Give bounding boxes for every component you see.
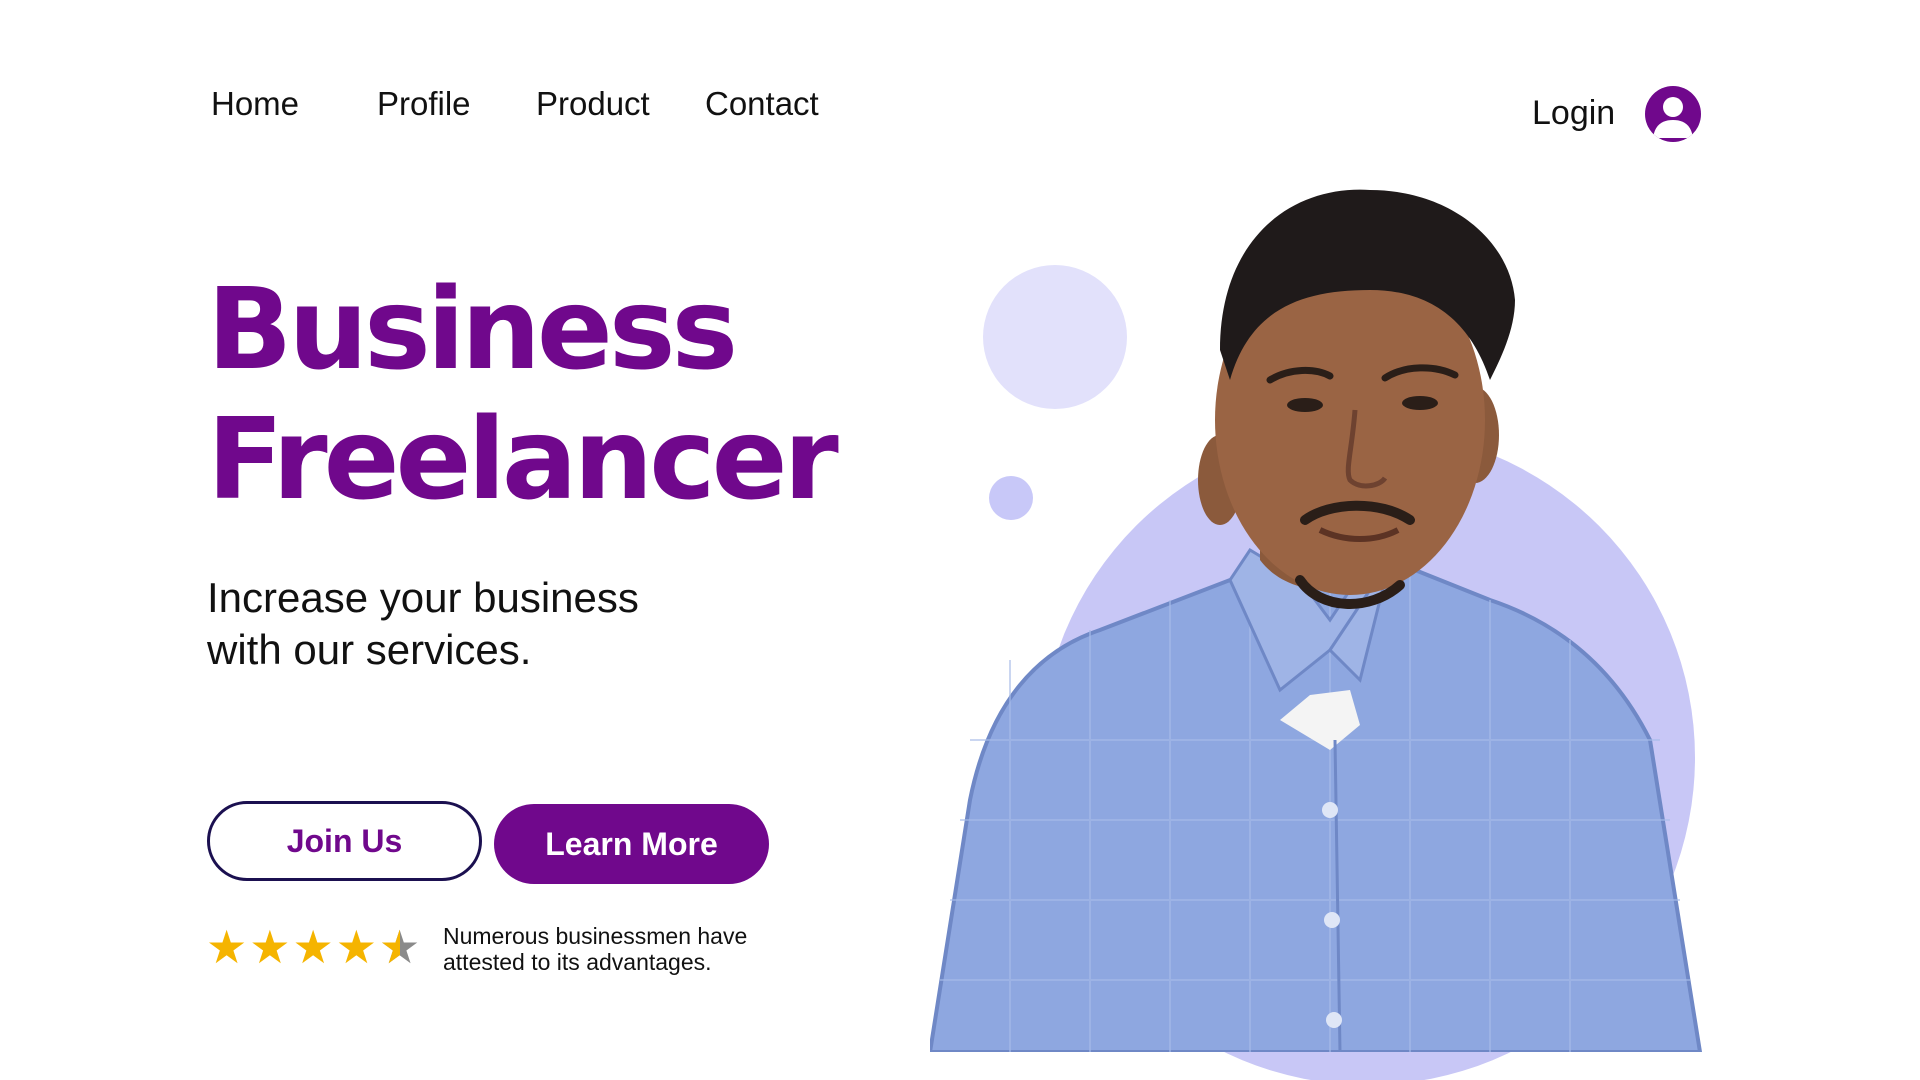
hero-subtitle-line-2: with our services. [207, 626, 532, 673]
rating-caption: Numerous businessmen have attested to it… [443, 923, 747, 975]
learn-more-button[interactable]: Learn More [494, 804, 769, 884]
rating-caption-line-1: Numerous businessmen have [443, 923, 748, 949]
rating-caption-line-2: attested to its advantages. [443, 949, 712, 975]
hero-subtitle-line-1: Increase your business [207, 574, 639, 621]
nav-home-link[interactable]: Home [211, 84, 299, 124]
hero-title-line-1: Business [207, 265, 738, 395]
user-silhouette-icon [1653, 97, 1693, 138]
star-icon: ★ [292, 921, 334, 973]
join-us-button[interactable]: Join Us [207, 801, 482, 881]
half-star-icon: ★★ [379, 921, 421, 973]
landing-page: Home Profile Product Contact Login Busin… [0, 0, 1920, 1080]
nav-contact-link[interactable]: Contact [705, 84, 819, 124]
user-avatar-icon[interactable] [1645, 86, 1701, 142]
nav-product-link[interactable]: Product [536, 84, 650, 124]
hero-subtitle: Increase your business with our services… [207, 572, 807, 676]
nav-profile-link[interactable]: Profile [377, 84, 471, 124]
star-icon: ★ [335, 921, 377, 973]
login-link[interactable]: Login [1532, 93, 1615, 133]
star-rating: ★ ★ ★ ★ ★★ [206, 924, 420, 970]
hero-portrait-image [930, 180, 1710, 1052]
hero-title: Business Freelancer [207, 265, 839, 525]
star-icon: ★ [249, 921, 291, 973]
star-icon: ★ [206, 921, 248, 973]
hero-title-line-2: Freelancer [207, 395, 839, 525]
